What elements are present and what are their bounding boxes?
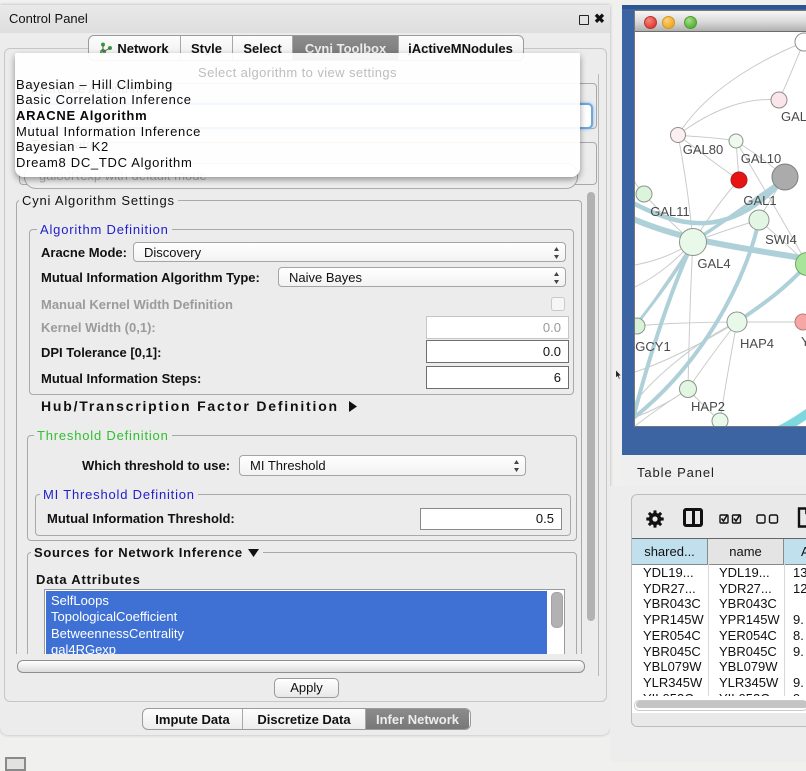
svg-text:GAL11: GAL11 (650, 204, 690, 219)
svg-text:GAL10: GAL10 (741, 151, 781, 166)
svg-text:Y: Y (801, 334, 806, 349)
svg-text:SWI4: SWI4 (765, 232, 797, 247)
svg-text:GAL4: GAL4 (697, 256, 730, 271)
svg-text:GCY1: GCY1 (635, 339, 670, 354)
svg-text:GAL80: GAL80 (683, 142, 723, 157)
svg-text:HAP4: HAP4 (740, 336, 774, 351)
svg-text:GAL7: GAL7 (781, 109, 806, 124)
svg-text:HAP2: HAP2 (691, 399, 725, 414)
svg-text:GAL1: GAL1 (743, 193, 776, 208)
